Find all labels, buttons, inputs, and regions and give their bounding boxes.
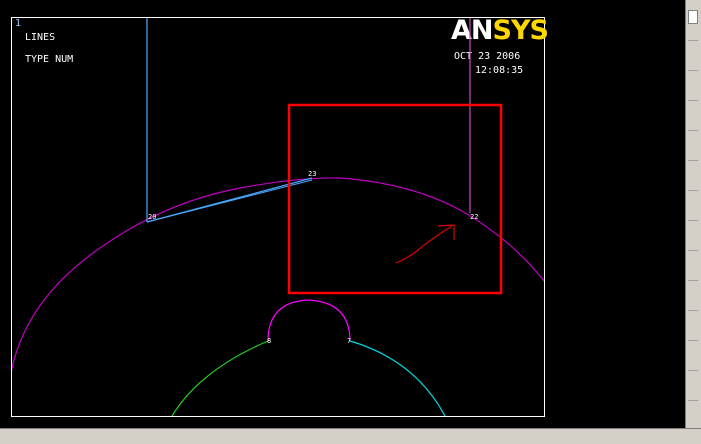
keypoint-22-label: 22 [470, 213, 478, 221]
toolbar-separator [688, 250, 698, 251]
green-arc [171, 340, 269, 416]
toolbar-separator [688, 220, 698, 221]
outer-arc [12, 177, 544, 372]
keypoint-8-label: 8 [267, 337, 271, 345]
toolbar-separator [688, 160, 698, 161]
toolbar-button[interactable] [688, 10, 698, 24]
toolbar-separator [688, 370, 698, 371]
toolbar-separator [688, 40, 698, 41]
toolbar-separator [688, 70, 698, 71]
top-semicircle [267, 299, 351, 342]
toolbar-separator [688, 190, 698, 191]
keypoint-23-label: 23 [308, 170, 316, 178]
pointer-arrow [395, 225, 453, 264]
pointer-arrow-head [437, 224, 455, 240]
graphics-window[interactable]: 1 LINES TYPE NUM ANSYS OCT 23 2006 12:08… [0, 0, 685, 428]
toolbar-strip [685, 0, 701, 428]
keypoint-20-label: 20 [148, 213, 156, 221]
toolbar-separator [688, 400, 698, 401]
toolbar-separator [688, 340, 698, 341]
cyan-arc [349, 340, 446, 416]
chord-line-upper [146, 179, 313, 223]
geometry-plot: 20 23 22 8 7 [12, 18, 544, 416]
toolbar-separator [688, 100, 698, 101]
highlight-box [287, 103, 503, 295]
status-bar [0, 428, 701, 444]
toolbar-separator [688, 280, 698, 281]
toolbar-separator [688, 310, 698, 311]
toolbar-separator [688, 130, 698, 131]
keypoint-7-label: 7 [347, 337, 351, 345]
